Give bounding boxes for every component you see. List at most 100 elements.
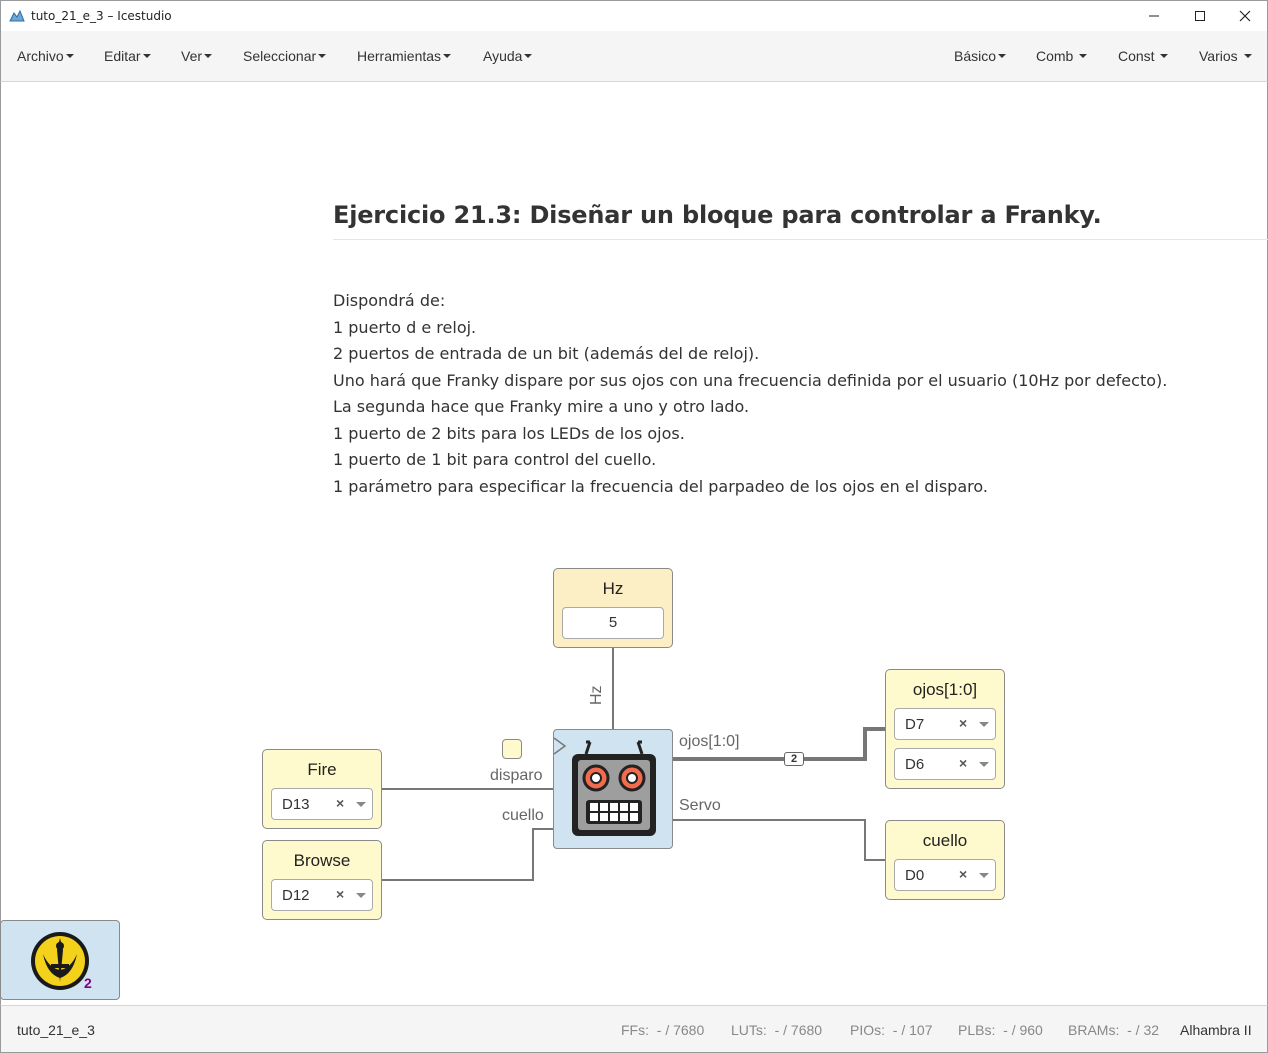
chevron-down-icon[interactable]	[979, 873, 989, 878]
robot-face-icon	[572, 740, 656, 836]
desc-line: 1 parámetro para especificar la frecuenc…	[333, 476, 988, 496]
board-name[interactable]: Alhambra II	[1180, 1022, 1252, 1038]
collection-widget[interactable]: 2	[0, 920, 120, 1000]
stat-label: PLBs:	[958, 1022, 996, 1038]
clock-port-icon	[553, 737, 567, 755]
output-block-cuello[interactable]: cuello D0 ×	[885, 820, 1005, 900]
clear-icon[interactable]: ×	[959, 715, 967, 731]
heading-divider	[333, 239, 1268, 240]
clear-icon[interactable]: ×	[959, 866, 967, 882]
menu-bar: Archivo Editar Ver Seleccionar Herramien…	[0, 31, 1268, 82]
stat-brams: BRAMs: - / 32	[1068, 1022, 1159, 1038]
minimize-button[interactable]	[1131, 1, 1177, 31]
param-value: 5	[608, 614, 618, 631]
desc-line: La segunda hace que Franky mire a uno y …	[333, 397, 750, 416]
clear-icon[interactable]: ×	[336, 886, 344, 902]
disparo-port-label: disparo	[490, 767, 543, 784]
clear-icon[interactable]: ×	[336, 795, 344, 811]
pin-select-browse[interactable]: D12 ×	[271, 879, 373, 911]
menu-label: Archivo	[17, 48, 64, 64]
menu-basico[interactable]: Básico	[954, 48, 1007, 64]
output-block-ojos[interactable]: ojos[1:0] D7 × D6 ×	[885, 669, 1005, 789]
menu-label: Básico	[954, 48, 997, 64]
ojos-port-label: ojos[1:0]	[679, 733, 740, 750]
pin-select-fire[interactable]: D13 ×	[271, 788, 373, 820]
menu-label: Ver	[181, 48, 203, 64]
desc-line: 1 puerto de 2 bits para los LEDs de los …	[333, 423, 685, 443]
menu-varios[interactable]: Varios	[1199, 48, 1252, 64]
pin-select-cuello[interactable]: D0 ×	[894, 859, 996, 891]
cuello-port-label: cuello	[502, 807, 544, 824]
desc-line: 1 puerto de 1 bit para control del cuell…	[333, 450, 657, 469]
stat-label: LUTs:	[731, 1022, 767, 1038]
jedi-order-icon	[31, 932, 89, 990]
stat-pios: PIOs: - / 107	[850, 1022, 933, 1038]
menu-label: Const	[1118, 48, 1155, 64]
caret-down-icon	[1079, 54, 1088, 59]
project-name: tuto_21_e_3	[17, 1022, 95, 1038]
stat-label: PIOs:	[850, 1022, 886, 1038]
menu-archivo[interactable]: Archivo	[17, 48, 74, 64]
info-description: Dispondrá de: 1 puerto d e reloj. 2 puer…	[333, 288, 1167, 500]
franky-block[interactable]	[553, 729, 673, 849]
minimize-icon	[1149, 15, 1159, 17]
caret-down-icon	[318, 54, 327, 59]
caret-down-icon	[204, 54, 213, 59]
menu-seleccionar[interactable]: Seleccionar	[243, 48, 327, 64]
menu-const[interactable]: Const	[1118, 48, 1169, 64]
pin-value: D13	[282, 796, 310, 813]
stat-label: FFs:	[621, 1022, 649, 1038]
pin-value: D0	[905, 867, 925, 884]
hz-port-label: Hz	[588, 685, 605, 705]
caret-down-icon	[524, 54, 533, 59]
output-name: ojos[1:0]	[912, 680, 978, 699]
menu-label: Editar	[104, 48, 141, 64]
menu-label: Comb	[1036, 48, 1074, 64]
close-icon	[1239, 10, 1251, 22]
menu-comb[interactable]: Comb	[1036, 48, 1088, 64]
stat-plbs: PLBs: - / 960	[958, 1022, 1043, 1038]
desc-line: 2 puertos de entrada de un bit (además d…	[333, 344, 760, 363]
chevron-down-icon[interactable]	[979, 722, 989, 727]
menu-label: Varios	[1199, 48, 1238, 64]
status-bar: tuto_21_e_3 FFs: - / 7680 LUTs: - / 7680…	[0, 1005, 1268, 1053]
desc-line: Dispondrá de:	[333, 291, 446, 310]
pin-select-ojos-0[interactable]: D6 ×	[894, 748, 996, 780]
param-block-hz[interactable]: Hz 5	[553, 568, 673, 648]
caret-down-icon	[1243, 54, 1252, 59]
param-value-input[interactable]: 5	[562, 607, 664, 639]
info-heading: Ejercicio 21.3: Diseñar un bloque para c…	[333, 201, 1102, 229]
chevron-down-icon[interactable]	[356, 802, 366, 807]
desc-line: Uno hará que Franky dispare por sus ojos…	[333, 370, 1168, 390]
title-bar: tuto_21_e_3 – Icestudio	[0, 0, 1268, 31]
input-name: Fire	[307, 760, 337, 779]
menu-label: Ayuda	[483, 48, 523, 64]
pin-value: D12	[282, 887, 310, 904]
param-name: Hz	[602, 579, 624, 598]
stat-value: - / 32	[1127, 1022, 1160, 1038]
clock-input-port[interactable]	[502, 739, 522, 759]
caret-down-icon	[998, 54, 1007, 59]
chevron-down-icon[interactable]	[979, 762, 989, 767]
output-name: cuello	[922, 831, 968, 850]
clear-icon[interactable]: ×	[959, 755, 967, 771]
caret-down-icon	[65, 54, 74, 59]
pin-select-ojos-1[interactable]: D7 ×	[894, 708, 996, 740]
stat-ffs: FFs: - / 7680	[621, 1022, 704, 1038]
maximize-button[interactable]	[1177, 1, 1223, 31]
menu-editar[interactable]: Editar	[104, 48, 151, 64]
pin-value: D6	[905, 756, 925, 773]
menu-ayuda[interactable]: Ayuda	[483, 48, 533, 64]
window-title: tuto_21_e_3 – Icestudio	[31, 9, 172, 23]
close-button[interactable]	[1222, 1, 1268, 31]
input-block-fire[interactable]: Fire D13 ×	[262, 749, 382, 829]
collection-count: 2	[84, 975, 92, 991]
menu-herramientas[interactable]: Herramientas	[357, 48, 452, 64]
input-block-browse[interactable]: Browse D12 ×	[262, 840, 382, 920]
stat-label: BRAMs:	[1068, 1022, 1120, 1038]
menu-ver[interactable]: Ver	[181, 48, 213, 64]
caret-down-icon	[142, 54, 151, 59]
chevron-down-icon[interactable]	[356, 893, 366, 898]
maximize-icon	[1195, 11, 1205, 21]
caret-down-icon	[443, 54, 452, 59]
